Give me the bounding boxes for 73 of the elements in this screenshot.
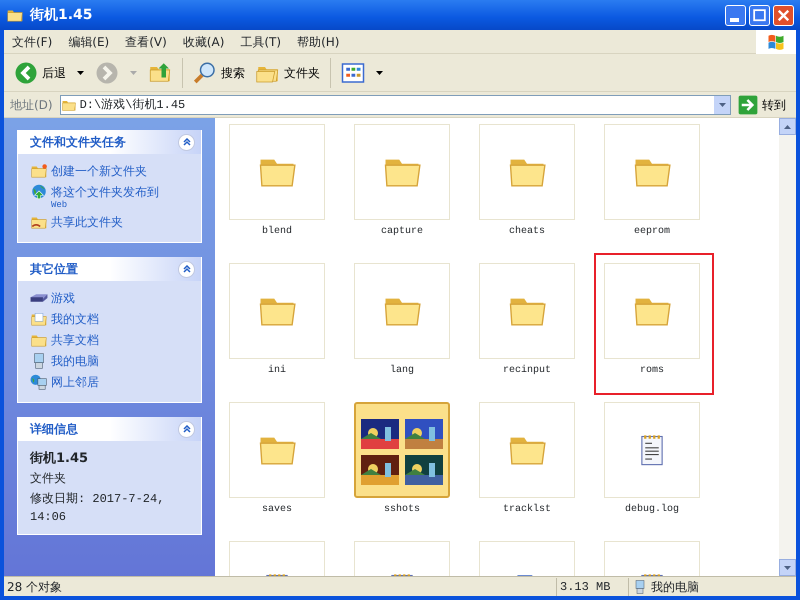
address-label: 地址(D) [10, 96, 53, 114]
object-count: 28 个对象 [6, 578, 64, 596]
task-link[interactable]: 网上邻居 [51, 373, 99, 391]
documents-folder-icon [30, 310, 48, 328]
file-name: cheats [508, 224, 545, 239]
file-name: ini [268, 364, 286, 378]
dropdown-button[interactable] [714, 96, 730, 114]
file-name: tracklst [502, 502, 551, 517]
task-link[interactable]: 我的文档 [51, 310, 99, 328]
address-text: D:\游戏\街机1.45 [80, 96, 186, 114]
detail-type: 文件夹 [30, 470, 67, 486]
task-link[interactable]: Web [51, 201, 159, 210]
caret-icon[interactable] [77, 70, 84, 74]
globe-icon [30, 183, 48, 201]
detail-name: 街机1.45 [30, 450, 90, 468]
views-icon [341, 60, 365, 84]
menu-item[interactable]: 文件(F) [4, 32, 60, 50]
search-icon [193, 60, 217, 84]
menu-item[interactable]: 编辑(E) [60, 32, 118, 50]
collapse-button[interactable] [178, 134, 195, 150]
file-name: debug.log [624, 502, 679, 517]
search-button[interactable]: 搜索 [189, 58, 249, 86]
collapse-button[interactable] [178, 420, 195, 438]
minimize-button[interactable] [725, 4, 746, 26]
task-link[interactable]: 共享文档 [51, 331, 99, 349]
task-link[interactable]: 将这个文件夹发布到 [51, 183, 159, 201]
forward-icon [95, 60, 119, 84]
menu-item[interactable]: 收藏(A) [174, 32, 232, 50]
task-link[interactable]: 创建一个新文件夹 [51, 162, 147, 180]
minimize-icon [730, 18, 739, 22]
window-title: 街机1.45 [30, 6, 93, 24]
address-field[interactable]: D:\游戏\街机1.45 [60, 94, 731, 114]
file-name: eeprom [634, 225, 670, 239]
detail-modified: 修改日期: 2017-7-24, 14:06 [30, 490, 166, 526]
new-folder-icon [30, 162, 48, 180]
file-name: recinput [502, 364, 551, 378]
menu-item[interactable]: 查看(V) [117, 32, 175, 50]
menu-item[interactable]: 帮助(H) [289, 32, 348, 50]
back-button[interactable]: 后退 [10, 58, 70, 86]
caret-icon[interactable] [376, 70, 383, 74]
collapse-button[interactable] [178, 260, 195, 278]
drive-icon [30, 292, 48, 304]
task-link[interactable]: 我的电脑 [51, 352, 99, 370]
network-icon [30, 373, 48, 391]
menu-item[interactable]: 工具(T) [232, 32, 290, 50]
file-name: blend [262, 224, 292, 239]
go-button[interactable]: 转到 [734, 92, 790, 116]
close-button[interactable] [773, 4, 794, 26]
chevron-up-icon [182, 265, 190, 273]
scroll-up-button[interactable] [779, 118, 796, 135]
file-name: lang [390, 364, 414, 378]
panel-title: 文件和文件夹任务 [30, 134, 126, 151]
panel-title: 其它位置 [30, 261, 78, 278]
folders-button[interactable]: 文件夹 [252, 58, 324, 86]
chevron-up-icon [182, 138, 190, 146]
arrow-down-icon[interactable] [784, 566, 791, 570]
back-icon [14, 60, 38, 84]
file-name: sshots [384, 502, 420, 517]
file-name: capture [380, 225, 423, 239]
location-text: 我的电脑 [651, 578, 699, 596]
total-size: 3.13 MB [556, 578, 628, 596]
task-link[interactable]: 共享此文件夹 [51, 213, 123, 231]
maximize-button[interactable] [749, 4, 770, 26]
scrollbar[interactable] [779, 118, 796, 576]
file-name: roms [640, 364, 664, 378]
file-name: saves [262, 503, 292, 517]
folder-up-icon [148, 60, 172, 84]
arrow-up-icon[interactable] [784, 124, 791, 128]
panel-title: 详细信息 [30, 421, 78, 438]
chevron-up-icon [182, 425, 190, 433]
task-link[interactable]: 游戏 [51, 289, 75, 307]
scroll-down-button[interactable] [779, 559, 796, 576]
file-thumbnail[interactable] [354, 402, 450, 498]
